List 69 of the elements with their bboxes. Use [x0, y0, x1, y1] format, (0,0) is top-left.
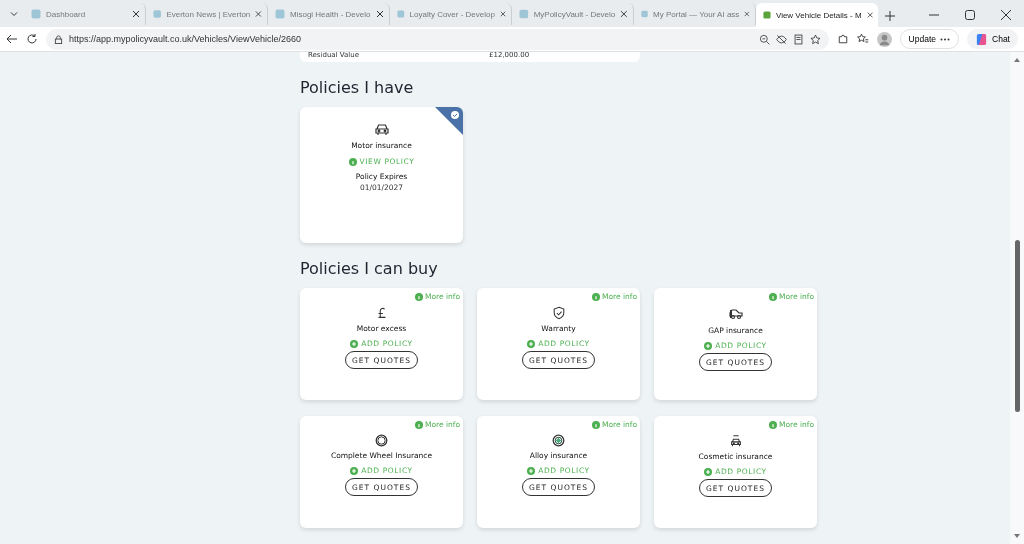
more-icon — [940, 37, 951, 41]
reader-icon — [792, 33, 804, 45]
update-button[interactable]: Update — [899, 29, 960, 49]
favicon-icon — [519, 9, 529, 19]
car-icon — [728, 434, 743, 448]
zoom-out-icon — [758, 33, 770, 45]
favicon-icon — [31, 9, 41, 19]
chevron-down-icon[interactable] — [9, 9, 19, 19]
favicon-icon — [397, 9, 405, 19]
close-icon[interactable] — [1001, 10, 1011, 20]
scroll-up-icon[interactable] — [1014, 58, 1020, 62]
info-icon — [768, 292, 777, 301]
copilot-icon — [975, 32, 989, 46]
address-bar[interactable]: https://app.mypolicyvault.co.uk/Vehicles/ViewVehicle/2660 — [46, 28, 829, 50]
browser-tab[interactable]: View Vehicle Details - M — [756, 3, 878, 27]
favicon-icon — [153, 9, 162, 19]
lock-icon — [54, 34, 63, 44]
tab-title: My Portal — Your AI ass — [653, 9, 740, 19]
plus-icon — [704, 467, 713, 476]
info-icon — [414, 420, 423, 429]
alloy-wheel-icon — [552, 434, 565, 447]
maximize-icon[interactable] — [965, 10, 975, 20]
scroll-down-icon[interactable] — [1014, 534, 1020, 538]
plus-icon — [527, 339, 536, 348]
tab-title: MyPolicyVault - Develo — [533, 9, 616, 19]
favicon-icon — [641, 9, 649, 19]
close-icon[interactable] — [866, 11, 873, 19]
close-icon[interactable] — [376, 10, 384, 18]
close-icon[interactable] — [620, 10, 628, 18]
tab-title: Misogi Health - Develo — [290, 9, 371, 19]
car-icon — [373, 121, 390, 137]
tab-title: Loyalty Cover - Develop — [409, 9, 495, 19]
plus-icon — [350, 466, 359, 475]
favorites-icon — [856, 33, 869, 45]
extensions-icon — [836, 33, 849, 45]
tab-title: Everton News | Everton — [166, 9, 251, 19]
plus-icon — [527, 466, 536, 475]
section-heading: Policies I have — [300, 78, 415, 97]
chat-button[interactable]: Chat — [967, 29, 1018, 49]
info-icon — [348, 157, 357, 166]
section-heading: Policies I can buy — [300, 259, 439, 278]
avatar-icon[interactable] — [876, 31, 892, 47]
favicon-icon — [275, 9, 285, 19]
browser-tab[interactable]: Misogi Health - Develo — [268, 3, 390, 25]
close-icon[interactable] — [499, 10, 506, 18]
tab-title: Dashboard — [46, 9, 87, 19]
plus-icon[interactable] — [884, 10, 896, 22]
back-icon[interactable] — [6, 33, 18, 45]
favicon-icon — [763, 10, 771, 20]
star-icon — [809, 33, 821, 45]
eye-off-icon — [775, 33, 787, 45]
scrollbar-thumb[interactable] — [1014, 240, 1020, 412]
tab-title: View Vehicle Details - M — [775, 10, 862, 20]
plus-icon — [350, 339, 359, 348]
info-icon — [768, 420, 777, 429]
url-text: https://app.mypolicyvault.co.uk/Vehicles/ViewVehicle/2660 — [69, 34, 302, 44]
shield-icon — [551, 306, 566, 320]
browser-tab[interactable]: Dashboard — [24, 3, 146, 25]
plus-icon — [704, 341, 713, 350]
info-icon — [414, 292, 423, 301]
wheel-icon — [375, 434, 388, 447]
car-icon — [727, 306, 744, 322]
close-icon[interactable] — [132, 10, 140, 18]
info-icon — [591, 420, 600, 429]
browser-tab[interactable]: MyPolicyVault - Develo — [512, 3, 634, 25]
reload-icon[interactable] — [26, 33, 38, 45]
info-icon — [591, 292, 600, 301]
browser-tab[interactable]: Loyalty Cover - Develop — [390, 3, 512, 25]
browser-tab[interactable]: Everton News | Everton — [146, 3, 268, 25]
